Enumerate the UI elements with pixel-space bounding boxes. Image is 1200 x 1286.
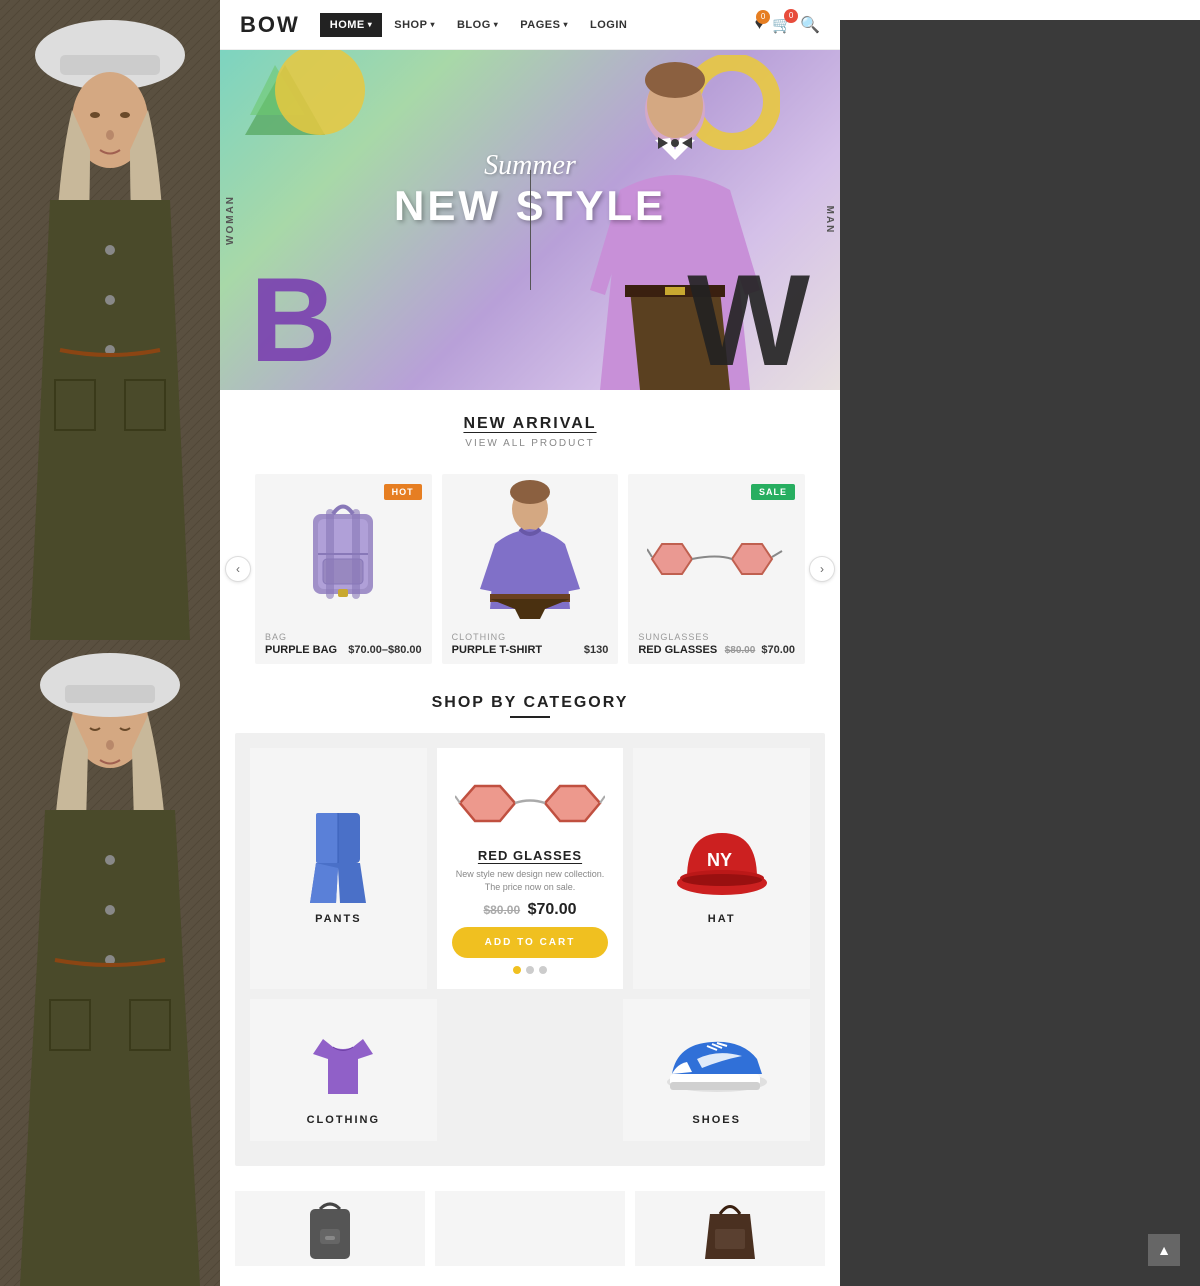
featured-description: New style new design new collection. The… [452,868,609,893]
wishlist-badge: 0 [756,10,770,24]
category-hat[interactable]: NY HAT [633,748,810,989]
hot-badge: HOT [384,484,422,500]
shoes-label: SHOES [692,1114,741,1126]
bottom-product-1[interactable] [235,1191,425,1266]
woman-label[interactable]: WOMAN [225,195,236,245]
product-carousel: ‹ HOT [220,464,840,674]
bag-price: $70.00–$80.00 [348,644,421,656]
man-label[interactable]: MAN [824,206,835,235]
pants-label: PANTS [315,913,361,925]
woman-photo-bottom [0,640,220,1286]
glasses-info: SUNGLASSES RED GLASSES $80.00 $70.00 [628,624,805,664]
featured-glasses-image [455,763,605,843]
glasses-category: SUNGLASSES [638,632,795,642]
category-row-1: PANTS [250,748,810,989]
scroll-top-btn[interactable]: ▲ [1148,1234,1180,1266]
bottom-products-row [220,1186,840,1266]
new-arrival-title: NEW ARRIVAL [235,415,825,433]
shoes-image [662,1014,772,1104]
bag-name-price: PURPLE BAG $70.00–$80.00 [265,644,422,656]
add-to-cart-btn[interactable]: ADD TO CART [452,927,609,958]
shop-arrow-icon: ▾ [430,20,435,29]
carousel-track: HOT [255,474,805,664]
pages-arrow-icon: ▾ [563,20,568,29]
glasses-price-old: $80.00 [725,645,756,656]
shop-category-section: SHOP BY CATEGORY [220,674,840,1186]
right-sidebar: ▲ [840,0,1200,1286]
nav-home[interactable]: HOME ▾ [320,13,383,37]
hero-banner: Summer NEW STYLE B W WOMAN MAN [220,50,840,390]
hero-letter-b: B [250,260,337,380]
nav-pages[interactable]: PAGES ▾ [510,13,578,37]
bottom-product-2[interactable] [635,1191,825,1266]
bottom-product-spacer [435,1191,625,1266]
main-content: BOW HOME ▾ SHOP ▾ BLOG ▾ PAGES ▾ [220,0,840,1286]
carousel-dots [513,966,547,974]
nav-icons: ♥ 0 🛒 0 🔍 [755,15,820,35]
search-btn[interactable]: 🔍 [800,15,820,35]
bag-info: BAG PURPLE BAG $70.00–$80.00 [255,624,432,664]
category-title-underline [510,716,550,718]
nav-shop[interactable]: SHOP ▾ [384,13,445,37]
woman-photo-top [0,0,220,640]
product-card-shirt[interactable]: CLOTHING PURPLE T-SHIRT $130 [442,474,619,664]
category-spacer [447,999,614,1141]
shop-category-title: SHOP BY CATEGORY [235,694,825,712]
svg-text:NY: NY [707,850,732,870]
geo-decor-2 [270,50,370,140]
new-arrival-section: NEW ARRIVAL VIEW ALL PRODUCT [220,390,840,464]
category-featured-glasses: RED GLASSES New style new design new col… [437,748,624,989]
blog-arrow-icon: ▾ [494,20,499,29]
shirt-name-price: PURPLE T-SHIRT $130 [452,644,609,656]
new-arrival-subtitle[interactable]: VIEW ALL PRODUCT [235,438,825,449]
bag-name: PURPLE BAG [265,644,337,656]
featured-price-new: $70.00 [528,901,577,918]
dot-1 [513,966,521,974]
home-arrow-icon: ▾ [368,20,373,29]
brand-logo[interactable]: BOW [240,12,300,38]
nav-login[interactable]: LOGIN [580,13,637,37]
glasses-name: RED GLASSES [638,644,717,656]
shirt-name: PURPLE T-SHIRT [452,644,542,656]
product-card-bag[interactable]: HOT [255,474,432,664]
category-row-2: CLOTHING [250,999,810,1141]
dot-2 [526,966,534,974]
hat-label: HAT [708,913,736,925]
hero-letter-w: W [687,255,810,385]
sale-badge: SALE [751,484,795,500]
glasses-price-new: $70.00 [761,644,795,656]
shirt-price: $130 [584,644,608,656]
dot-3 [539,966,547,974]
category-clothing[interactable]: CLOTHING [250,999,437,1141]
nav-blog[interactable]: BLOG ▾ [447,13,508,37]
category-pants[interactable]: PANTS [250,748,427,989]
left-sidebar [0,0,220,1286]
featured-title: RED GLASSES [478,848,582,863]
cart-badge: 0 [784,9,798,23]
shirt-category: CLOTHING [452,632,609,642]
clothing-image [308,1014,378,1104]
featured-price-old: $80.00 [483,903,520,917]
glasses-price: $80.00 $70.00 [725,644,795,656]
category-shoes[interactable]: SHOES [623,999,810,1141]
shirt-image [442,474,619,624]
cart-btn[interactable]: 🛒 0 [772,15,792,35]
carousel-prev-btn[interactable]: ‹ [225,556,251,582]
glasses-name-price: RED GLASSES $80.00 $70.00 [638,644,795,656]
carousel-next-btn[interactable]: › [809,556,835,582]
wishlist-btn[interactable]: ♥ 0 [755,16,765,34]
navbar: BOW HOME ▾ SHOP ▾ BLOG ▾ PAGES ▾ [220,0,840,50]
right-sidebar-top [840,0,1200,20]
pants-image [308,813,368,903]
featured-price: $80.00 $70.00 [483,901,576,919]
category-grid: PANTS [235,733,825,1166]
bag-category: BAG [265,632,422,642]
nav-items: HOME ▾ SHOP ▾ BLOG ▾ PAGES ▾ LOGIN [320,13,755,37]
hat-image: NY [677,813,767,903]
hero-divider [530,170,531,290]
product-card-glasses[interactable]: SALE [628,474,805,664]
shirt-info: CLOTHING PURPLE T-SHIRT $130 [442,624,619,664]
clothing-label: CLOTHING [307,1114,380,1126]
